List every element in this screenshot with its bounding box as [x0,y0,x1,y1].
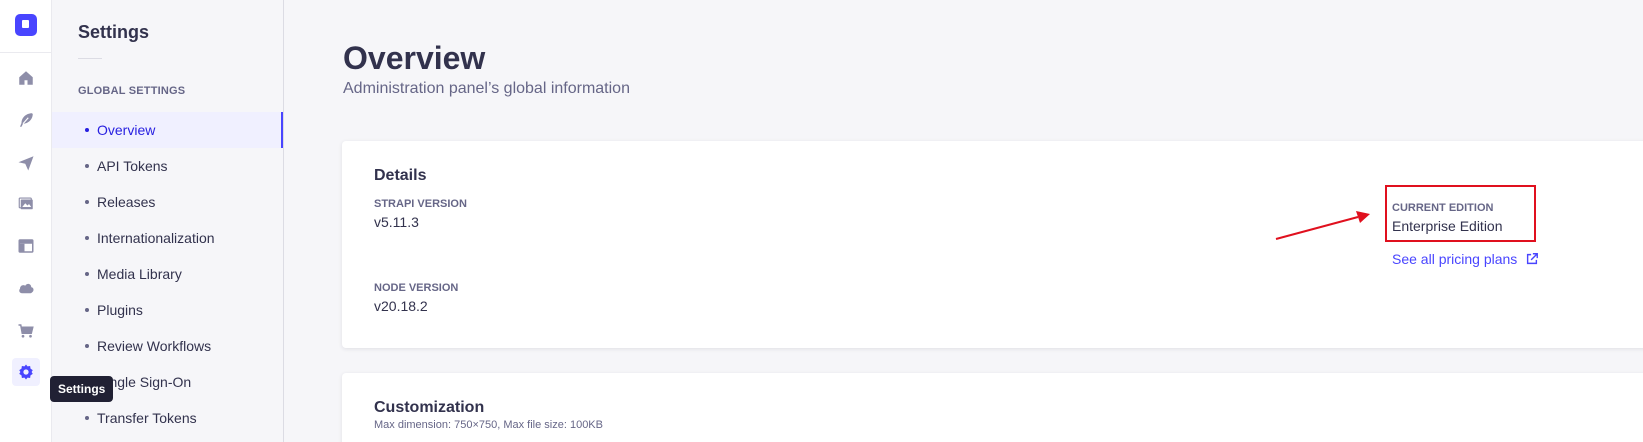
cloud-icon[interactable] [12,274,40,302]
subnav-item-plugins[interactable]: Plugins [52,292,283,328]
subnav-item-label: Overview [97,122,156,138]
subnav-item-media-library[interactable]: Media Library [52,256,283,292]
home-icon[interactable] [12,64,40,92]
customization-heading: Customization [374,399,485,416]
node-version-value: v20.18.2 [374,298,428,314]
bullet [85,416,89,420]
node-version-label: NODE VERSION [374,282,459,294]
strapi-version-label: STRAPI VERSION [374,198,467,210]
external-link-icon [1527,253,1539,265]
strapi-logo-icon[interactable] [15,14,37,36]
settings-tooltip: Settings [50,376,114,402]
bullet [85,236,89,240]
subnav-item-label: Transfer Tokens [97,410,197,426]
subnav-item-overview[interactable]: Overview [52,112,283,148]
customization-hint: Max dimension: 750×750, Max file size: 1… [374,419,603,431]
bullet [85,344,89,348]
section-heading-global-settings: GLOBAL SETTINGS [78,85,186,97]
see-pricing-plans-link[interactable]: See all pricing plans [1392,251,1539,267]
strapi-version-value: v5.11.3 [374,214,419,230]
subnav-item-internationalization[interactable]: Internationalization [52,220,283,256]
bullet [85,308,89,312]
page-title: Overview [343,40,486,76]
details-card: Details STRAPI VERSION v5.11.3 NODE VERS… [342,141,1643,348]
details-heading: Details [374,167,427,184]
send-plane-icon[interactable] [12,149,40,177]
content-type-builder-feather-icon[interactable] [12,106,40,134]
bullet [85,272,89,276]
annotation-arrow [1275,211,1370,240]
subnav-title: Settings [78,22,150,42]
subnav-item-label: Releases [97,194,156,210]
customization-card: Customization Max dimension: 750×750, Ma… [342,373,1643,442]
bullet [85,164,89,168]
subnav-item-label: API Tokens [97,158,168,174]
divider [0,52,52,53]
subnav-item-review-workflows[interactable]: Review Workflows [52,328,283,364]
subnav-item-label: Internationalization [97,230,215,246]
subnav-item-api-tokens[interactable]: API Tokens [52,148,283,184]
main-content: Overview Administration panel’s global i… [284,0,1643,442]
layout-icon[interactable] [12,232,40,260]
pricing-link-label: See all pricing plans [1392,251,1518,267]
current-edition-label: CURRENT EDITION [1392,202,1494,214]
subnav-item-transfer-tokens[interactable]: Transfer Tokens [52,400,283,436]
page-subtitle: Administration panel’s global informatio… [343,80,630,97]
subnav-item-label: Media Library [97,266,182,282]
media-images-icon[interactable] [12,190,40,218]
current-edition-value: Enterprise Edition [1392,218,1503,234]
bullet [85,128,89,132]
subnav-item-label: Plugins [97,302,143,318]
subnav-item-releases[interactable]: Releases [52,184,283,220]
divider [78,58,102,59]
main-nav-rail [0,0,52,442]
marketplace-cart-icon[interactable] [12,317,40,345]
subnav-item-label: Review Workflows [97,338,212,354]
settings-gear-icon[interactable] [12,358,40,386]
bullet [85,200,89,204]
